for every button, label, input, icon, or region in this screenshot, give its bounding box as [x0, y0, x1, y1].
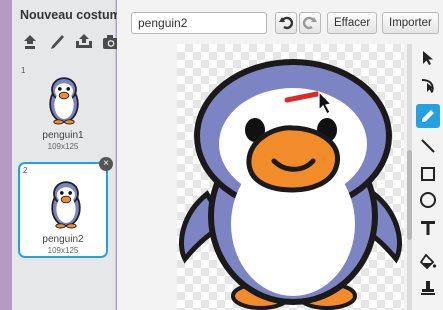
costume-panel: Nouveau costume: 1 penguin1 109x125 2 × …: [12, 0, 132, 310]
line-icon: [421, 139, 435, 153]
penguin-drawing: [179, 59, 402, 310]
redo-button[interactable]: [299, 12, 321, 34]
drawing-canvas[interactable]: [177, 44, 404, 310]
undo-button[interactable]: [275, 12, 297, 34]
stamp-tool-icon: [421, 281, 435, 295]
reshape-icon: [421, 79, 434, 93]
stamp-icon[interactable]: [20, 32, 40, 52]
line-tool-button[interactable]: [416, 134, 440, 158]
select-tool-button[interactable]: [416, 46, 440, 70]
left-edge: [0, 0, 12, 310]
pencil-tool-button[interactable]: [416, 104, 440, 128]
canvas-scrollbar[interactable]: [407, 44, 412, 310]
import-button[interactable]: Importer: [382, 12, 439, 34]
paintbrush-icon[interactable]: [47, 32, 67, 52]
undo-icon: [279, 16, 293, 30]
costume-size: 109x125: [47, 142, 79, 151]
fill-icon: [419, 253, 437, 270]
costume-name: penguin2: [42, 234, 84, 245]
new-costume-label: Nouveau costume:: [20, 8, 132, 22]
clear-button[interactable]: Effacer: [327, 12, 378, 34]
penguin-thumbnail-image: [49, 77, 79, 125]
scrollbar-thumb[interactable]: [407, 150, 412, 240]
text-tool-button[interactable]: [416, 216, 440, 240]
ellipse-tool-button[interactable]: [416, 188, 440, 212]
paint-editor-app: Nouveau costume: 1 penguin1 109x125 2 × …: [0, 0, 443, 310]
reshape-tool-button[interactable]: [416, 74, 440, 98]
pencil-icon: [422, 110, 434, 122]
delete-costume-button[interactable]: ×: [99, 157, 113, 171]
costume-thumbnail-selected[interactable]: 2 × penguin2 109x125: [18, 157, 113, 258]
costume-number: 2: [23, 166, 28, 175]
select-arrow-icon: [423, 51, 433, 65]
costume-name-input[interactable]: [131, 12, 267, 34]
costume-thumbnail[interactable]: 1 penguin1 109x125: [18, 64, 108, 152]
stamp-tool-button[interactable]: [416, 276, 440, 300]
costume-number: 1: [21, 66, 26, 75]
costume-size: 109x125: [47, 246, 79, 255]
paint-editor: Effacer Importer: [117, 0, 443, 310]
text-icon: [421, 221, 435, 235]
penguin-thumbnail-image: [51, 181, 81, 229]
upload-icon[interactable]: [74, 32, 94, 52]
new-costume-tools: [20, 32, 121, 52]
fill-tool-button[interactable]: [416, 250, 440, 274]
ellipse-icon: [420, 192, 436, 208]
costume-name: penguin1: [42, 130, 84, 141]
redo-icon: [303, 16, 317, 30]
rectangle-icon: [421, 167, 435, 181]
rectangle-tool-button[interactable]: [416, 162, 440, 186]
